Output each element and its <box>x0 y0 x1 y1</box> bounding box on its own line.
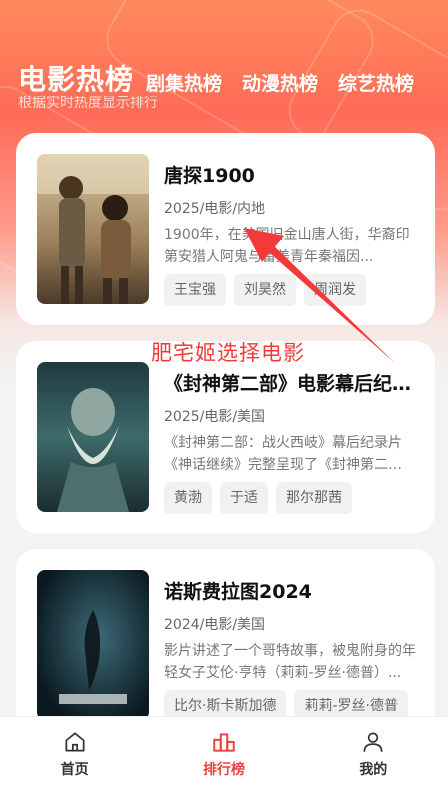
tab-movie-ranking[interactable]: 电影热榜 <box>18 58 134 98</box>
ranking-subtitle: 根据实时热度显示排行 <box>18 96 158 110</box>
tab-variety-ranking[interactable]: 综艺热榜 <box>338 69 414 98</box>
home-icon <box>65 732 85 752</box>
tab-anime-ranking[interactable]: 动漫热榜 <box>242 69 318 98</box>
movie-info: 唐探1900 2025/电影/内地 1900年，在美国旧金山唐人街，华裔印第安猎… <box>164 163 416 306</box>
nav-home[interactable]: 首页 <box>0 717 149 788</box>
cast-chip[interactable]: 刘昊然 <box>234 274 296 306</box>
movie-meta: 2025/电影/美国 <box>164 409 266 425</box>
movie-info: 《封神第二部》电影幕后纪录片 2025/电影/美国 《封神第二部：战火西岐》幕后… <box>164 371 416 514</box>
cast-list: 王宝强 刘昊然 周润发 <box>164 274 416 306</box>
category-tabs: 电影热榜 剧集热榜 动漫热榜 综艺热榜 <box>18 58 448 98</box>
movie-card[interactable]: 《封神第二部》电影幕后纪录片 2025/电影/美国 《封神第二部：战火西岐》幕后… <box>16 341 435 533</box>
movie-meta: 2025/电影/内地 <box>164 201 266 217</box>
nav-label: 首页 <box>60 762 89 778</box>
movie-poster[interactable] <box>37 362 149 512</box>
nav-ranking[interactable]: 排行榜 <box>149 717 298 788</box>
movie-title[interactable]: 诺斯费拉图2024 <box>164 579 416 605</box>
movie-title[interactable]: 《封神第二部》电影幕后纪录片 <box>164 371 416 397</box>
user-icon <box>363 732 383 752</box>
movie-meta: 2024/电影/美国 <box>164 617 266 633</box>
cast-chip[interactable]: 黄渤 <box>164 482 212 514</box>
nav-label: 我的 <box>359 762 388 778</box>
movie-info: 诺斯费拉图2024 2024/电影/美国 影片讲述了一个哥特故事，被鬼附身的年轻… <box>164 579 416 722</box>
nav-profile[interactable]: 我的 <box>299 717 448 788</box>
movie-card[interactable]: 诺斯费拉图2024 2024/电影/美国 影片讲述了一个哥特故事，被鬼附身的年轻… <box>16 549 435 741</box>
annotation-label: 肥宅姬选择电影 <box>151 341 305 365</box>
cast-chip[interactable]: 王宝强 <box>164 274 226 306</box>
movie-description: 1900年，在美国旧金山唐人街，华裔印第安猎人阿鬼与留美青年秦福因... <box>164 227 410 265</box>
movie-card[interactable]: 唐探1900 2025/电影/内地 1900年，在美国旧金山唐人街，华裔印第安猎… <box>16 133 435 325</box>
cast-chip[interactable]: 于适 <box>220 482 268 514</box>
nav-label: 排行榜 <box>202 762 245 778</box>
cast-chip[interactable]: 那尔那茜 <box>276 482 352 514</box>
bottom-tab-bar: 首页 排行榜 我的 <box>0 716 448 788</box>
cast-chip[interactable]: 周润发 <box>304 274 366 306</box>
movie-poster[interactable] <box>37 154 149 304</box>
movie-poster[interactable] <box>37 570 149 720</box>
tab-series-ranking[interactable]: 剧集热榜 <box>146 69 222 98</box>
cast-list: 黄渤 于适 那尔那茜 <box>164 482 416 514</box>
movie-title[interactable]: 唐探1900 <box>164 163 416 189</box>
movie-description: 影片讲述了一个哥特故事，被鬼附身的年轻女子艾伦·亨特（莉莉-罗丝·德普）... <box>164 643 416 681</box>
movie-description: 《封神第二部：战火西岐》幕后纪录片《神话继续》完整呈现了《封神第二部》... <box>164 435 402 473</box>
ranking-icon <box>213 733 235 752</box>
